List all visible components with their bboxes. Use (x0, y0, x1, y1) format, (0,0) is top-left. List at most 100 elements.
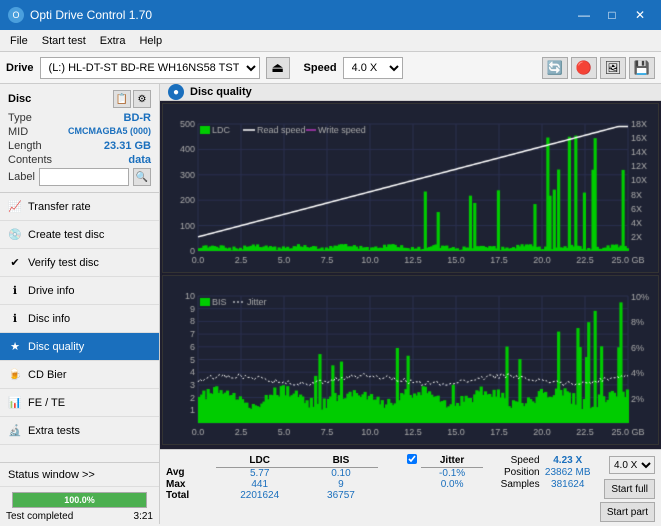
title-bar-controls: — □ ✕ (571, 5, 653, 25)
stats-position-label: Position (483, 467, 539, 479)
stats-samples-label: Samples (483, 479, 539, 490)
stats-table: LDC BIS Jitter Speed 4.23 X Avg 5.77 (166, 454, 596, 501)
stats-row-avg-jitter: -0.1% (421, 467, 483, 479)
disc-panel-header: Disc 📋 ⚙ (8, 90, 151, 108)
stats-speed-label: Speed (483, 454, 539, 467)
drive-label: Drive (6, 62, 34, 74)
nav-item-label-disc-quality: Disc quality (28, 341, 84, 353)
menu-extra[interactable]: Extra (94, 33, 132, 49)
disc-mid-label: MID (8, 126, 28, 138)
disc-label-icon-btn[interactable]: 🔍 (133, 168, 151, 186)
drive-bar: Drive (L:) HL-DT-ST BD-RE WH16NS58 TST4 … (0, 52, 661, 84)
chart2-wrapper (162, 275, 659, 445)
nav-item-transfer-rate[interactable]: 📈 Transfer rate (0, 193, 159, 221)
disc-quality-icon: ★ (8, 340, 22, 354)
app-icon: O (8, 7, 24, 23)
nav-item-label-create-test-disc: Create test disc (28, 229, 104, 241)
stats-row-avg-bis: 0.10 (303, 467, 378, 479)
disc-mid-value: CMCMAGBA5 (000) (68, 126, 151, 138)
disc-length-value: 23.31 GB (104, 140, 151, 152)
nav-item-label-drive-info: Drive info (28, 285, 74, 297)
nav-item-cd-bier[interactable]: 🍺 CD Bier (0, 361, 159, 389)
disc-type-label: Type (8, 112, 32, 124)
nav-item-label-disc-info: Disc info (28, 313, 70, 325)
nav-item-disc-info[interactable]: ℹ Disc info (0, 305, 159, 333)
eject-button[interactable]: ⏏ (266, 57, 290, 79)
disc-label-input[interactable] (39, 168, 129, 186)
stats-row-max-ldc: 441 (216, 479, 303, 490)
speed-label: Speed (304, 62, 337, 74)
progress-bar-container: 100.0% (12, 492, 147, 508)
nav-item-disc-quality[interactable]: ★ Disc quality (0, 333, 159, 361)
disc-icons: 📋 ⚙ (113, 90, 151, 108)
disc-section-label: Disc (8, 93, 31, 105)
disc-contents-value: data (128, 154, 151, 166)
drive-icon-btn-3[interactable]: 🖼 (600, 57, 626, 79)
menu-file[interactable]: File (4, 33, 34, 49)
stats-row-total-label: Total (166, 490, 216, 501)
stats-speed-value: 4.23 X (540, 454, 596, 467)
disc-length-row: Length 23.31 GB (8, 140, 151, 152)
disc-icon-btn-2[interactable]: ⚙ (133, 90, 151, 108)
nav-item-extra-tests[interactable]: 🔬 Extra tests (0, 417, 159, 445)
status-window-label: Status window >> (8, 469, 95, 481)
stats-row-total: Total 2201624 36757 (166, 490, 596, 501)
nav-item-create-test-disc[interactable]: 💿 Create test disc (0, 221, 159, 249)
nav-item-label-cd-bier: CD Bier (28, 369, 67, 381)
stats-position-value: 23862 MB (540, 467, 596, 479)
disc-length-label: Length (8, 140, 42, 152)
quality-header: ● Disc quality (160, 84, 661, 101)
nav-item-label-fe-te: FE / TE (28, 397, 65, 409)
jitter-checkbox[interactable] (407, 454, 417, 464)
stats-row-max-jitter: 0.0% (421, 479, 483, 490)
fe-te-icon: 📊 (8, 396, 22, 410)
nav-item-fe-te[interactable]: 📊 FE / TE (0, 389, 159, 417)
disc-panel: Disc 📋 ⚙ Type BD-R MID CMCMAGBA5 (000) L… (0, 84, 159, 193)
speed-select[interactable]: 4.0 X 2.0 X 6.0 X 8.0 X (343, 57, 403, 79)
status-window-btn[interactable]: Status window >> (0, 463, 159, 487)
stats-row-max-label: Max (166, 479, 216, 490)
drive-info-icon: ℹ (8, 284, 22, 298)
status-time: 3:21 (134, 511, 153, 522)
drive-icon-btn-2[interactable]: 🔴 (571, 57, 597, 79)
nav-section: 📈 Transfer rate 💿 Create test disc ✔ Ver… (0, 193, 159, 462)
content-area: ● Disc quality LDC (160, 84, 661, 524)
disc-type-value: BD-R (124, 112, 152, 124)
stats-samples-value: 381624 (540, 479, 596, 490)
action-buttons: 4.0 X 2.0 X Start full Start part (600, 454, 655, 522)
status-section: Status window >> 100.0% Test completed 3… (0, 462, 159, 524)
start-full-button[interactable]: Start full (604, 479, 655, 499)
drive-icons: 🔄 🔴 🖼 💾 (542, 57, 655, 79)
nav-item-label-extra-tests: Extra tests (28, 425, 80, 437)
stats-row-avg: Avg 5.77 0.10 -0.1% Position 23862 MB (166, 467, 596, 479)
speed-select-stats[interactable]: 4.0 X 2.0 X (609, 456, 655, 474)
close-button[interactable]: ✕ (627, 5, 653, 25)
disc-mid-row: MID CMCMAGBA5 (000) (8, 126, 151, 138)
status-text: Test completed (6, 511, 73, 522)
title-bar-left: O Opti Drive Control 1.70 (8, 7, 152, 23)
nav-item-drive-info[interactable]: ℹ Drive info (0, 277, 159, 305)
cd-bier-icon: 🍺 (8, 368, 22, 382)
nav-item-verify-test-disc[interactable]: ✔ Verify test disc (0, 249, 159, 277)
menu-bar: File Start test Extra Help (0, 30, 661, 52)
stats-row-avg-ldc: 5.77 (216, 467, 303, 479)
disc-icon-btn-1[interactable]: 📋 (113, 90, 131, 108)
menu-help[interactable]: Help (133, 33, 168, 49)
start-part-button[interactable]: Start part (600, 502, 655, 522)
stats-header-ldc: LDC (216, 454, 303, 467)
menu-start-test[interactable]: Start test (36, 33, 92, 49)
disc-type-row: Type BD-R (8, 112, 151, 124)
app-title: Opti Drive Control 1.70 (30, 8, 152, 22)
stats-header-jitter: Jitter (421, 454, 483, 467)
maximize-button[interactable]: □ (599, 5, 625, 25)
drive-icon-btn-1[interactable]: 🔄 (542, 57, 568, 79)
stats-bar: LDC BIS Jitter Speed 4.23 X Avg 5.77 (160, 449, 661, 526)
drive-select[interactable]: (L:) HL-DT-ST BD-RE WH16NS58 TST4 (40, 57, 260, 79)
extra-tests-icon: 🔬 (8, 424, 22, 438)
minimize-button[interactable]: — (571, 5, 597, 25)
drive-icon-btn-4[interactable]: 💾 (629, 57, 655, 79)
create-test-disc-icon: 💿 (8, 228, 22, 242)
chart1-canvas (163, 104, 658, 269)
disc-contents-label: Contents (8, 154, 52, 166)
disc-contents-row: Contents data (8, 154, 151, 166)
